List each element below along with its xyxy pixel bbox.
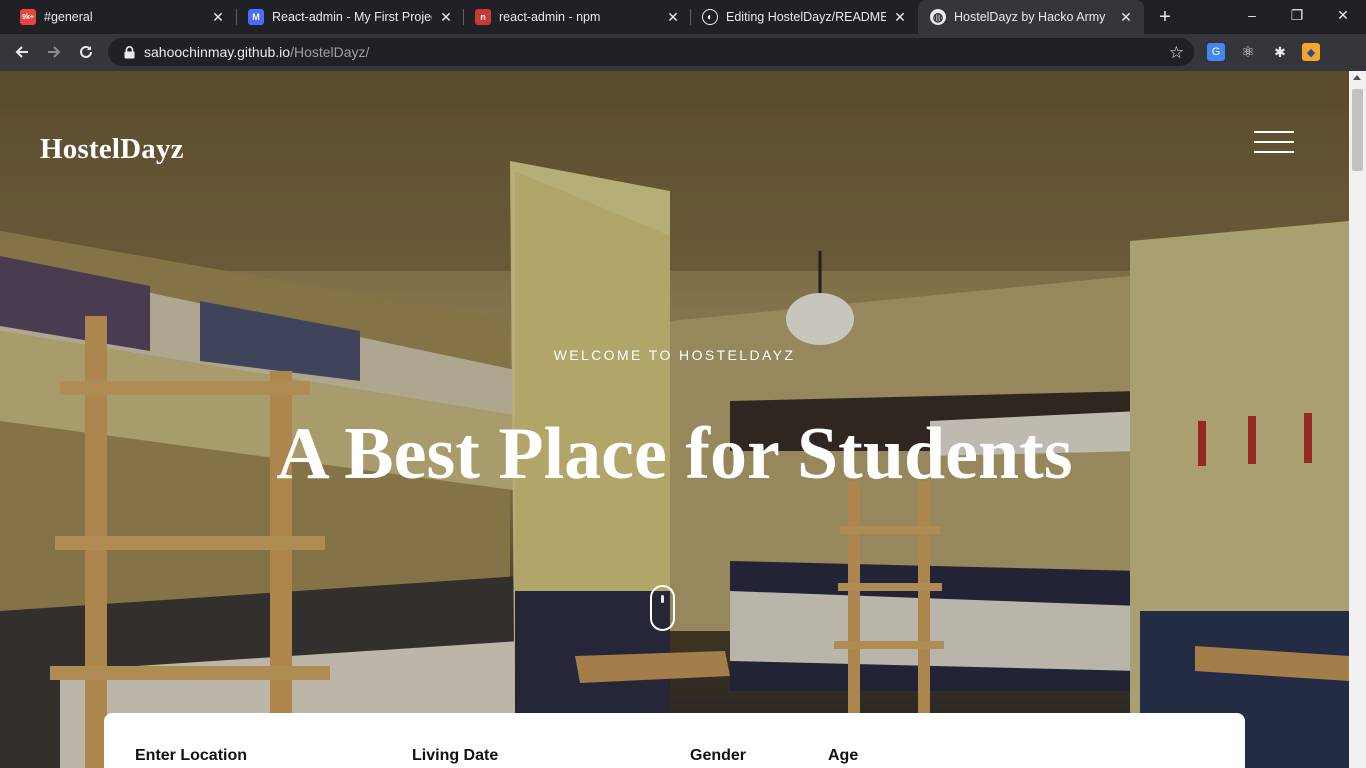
tab-title: React-admin - My First Project [272,10,432,24]
search-form-card: Enter Location Living Date Gender Age [104,713,1245,768]
translate-icon[interactable]: G [1207,43,1225,61]
reload-button[interactable] [73,39,99,65]
hero-section: HostelDayz WELCOME TO HOSTELDAYZ A Best … [0,71,1349,768]
url-path: /HostelDayz/ [290,44,370,60]
scroll-up-arrow-icon[interactable] [1353,75,1361,80]
brand-logo[interactable]: HostelDayz [40,133,184,166]
back-button[interactable] [9,39,35,65]
close-tab-icon[interactable]: ✕ [1118,9,1134,25]
extensions-puzzle-icon[interactable]: ✱ [1271,43,1289,61]
browser-toolbar: sahoochinmay.github.io/HostelDayz/ ☆ G ⚛… [0,34,1366,71]
bookmark-star-icon[interactable]: ☆ [1169,43,1184,63]
gmail-favicon-icon: M [248,9,264,25]
menu-line [1254,151,1294,153]
living-date-label: Living Date [412,747,499,764]
scrollbar-thumb[interactable] [1352,89,1363,171]
minimize-button[interactable]: – [1229,0,1275,30]
location-label: Enter Location [135,747,248,764]
profile-avatar-icon[interactable]: ◆ [1302,43,1320,61]
github-favicon-icon: ◐ [702,9,718,25]
tab-title: HostelDayz by Hacko Army [954,10,1106,24]
close-window-button[interactable]: ✕ [1320,0,1366,30]
age-label: Age [828,747,859,764]
close-tab-icon[interactable]: ✕ [210,9,226,25]
tab-title: Editing HostelDayz/README.m [726,10,886,24]
npm-favicon-icon: n [475,9,491,25]
back-arrow-icon [15,46,28,58]
page-viewport: HostelDayz WELCOME TO HOSTELDAYZ A Best … [0,71,1366,768]
mouse-wheel [661,595,664,603]
tab-general[interactable]: 9k+ #general ✕ [8,0,236,34]
welcome-subtitle: WELCOME TO HOSTELDAYZ [553,347,796,363]
forward-arrow-icon [48,46,61,58]
forward-button[interactable] [41,39,67,65]
tab-react-admin-project[interactable]: M React-admin - My First Project ✕ [236,0,464,34]
close-tab-icon[interactable]: ✕ [665,9,681,25]
url-text: sahoochinmay.github.io/HostelDayz/ [144,44,369,60]
lock-icon [122,45,136,59]
globe-favicon-icon: ◍ [930,9,946,25]
tab-github-readme[interactable]: ◐ Editing HostelDayz/README.m ✕ [690,0,918,34]
menu-line [1254,141,1294,143]
slack-favicon-icon: 9k+ [20,9,36,25]
new-tab-button[interactable]: + [1154,6,1176,28]
url-host: sahoochinmay.github.io [144,44,291,60]
gender-label: Gender [690,747,747,764]
tab-hosteldayz[interactable]: ◍ HostelDayz by Hacko Army ✕ [918,0,1144,34]
scroll-down-mouse-icon[interactable] [650,585,675,631]
tab-react-admin-npm[interactable]: n react-admin - npm ✕ [463,0,691,34]
react-devtools-icon[interactable]: ⚛ [1239,43,1257,61]
menu-line [1254,131,1294,133]
close-tab-icon[interactable]: ✕ [438,9,454,25]
page-scrollbar[interactable] [1349,71,1366,768]
close-tab-icon[interactable]: ✕ [892,9,908,25]
tab-title: react-admin - npm [499,10,601,24]
browser-tab-strip: 9k+ #general ✕ M React-admin - My First … [0,0,1366,34]
reload-icon [80,45,92,58]
hamburger-menu-icon[interactable] [1254,131,1294,153]
restore-button[interactable]: ❐ [1274,0,1320,30]
tab-title: #general [44,10,93,24]
hero-headline: A Best Place for Students [276,413,1073,495]
address-bar[interactable]: sahoochinmay.github.io/HostelDayz/ ☆ [108,38,1194,66]
